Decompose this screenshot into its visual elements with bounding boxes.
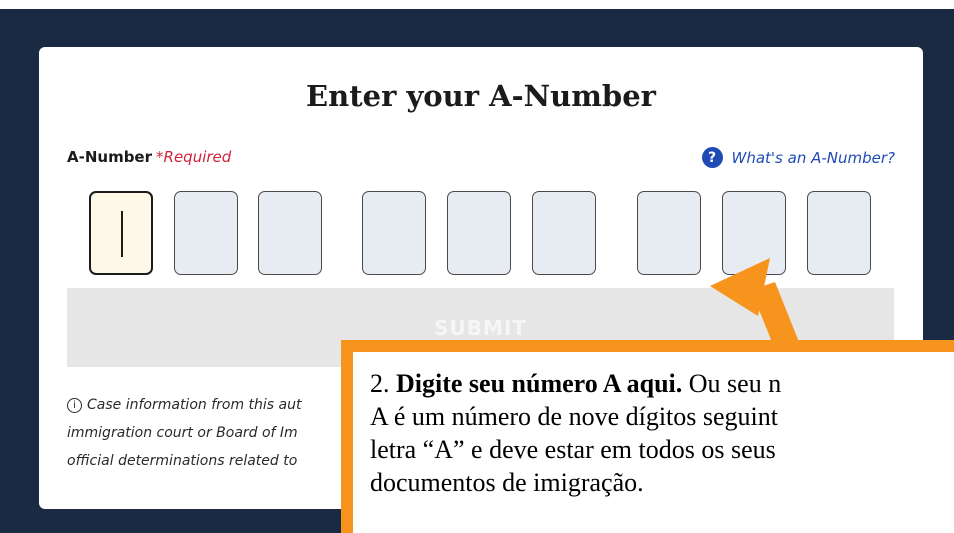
a-number-digit-9[interactable] bbox=[807, 191, 871, 275]
question-circle-icon: ? bbox=[701, 147, 723, 168]
a-number-digit-4[interactable] bbox=[362, 191, 426, 275]
whats-an-a-number-link[interactable]: ? What's an A-Number? bbox=[701, 147, 895, 168]
help-link-text: What's an A-Number? bbox=[731, 148, 895, 167]
instruction-line-2: A é um número de nove dígitos seguint bbox=[370, 402, 779, 431]
text-caret bbox=[121, 211, 123, 257]
a-number-digit-7[interactable] bbox=[637, 191, 701, 275]
a-number-digit-8[interactable] bbox=[722, 191, 786, 275]
a-number-digit-1[interactable] bbox=[89, 191, 153, 275]
disclaimer-line-1: Case information from this aut bbox=[87, 397, 302, 413]
info-circle-icon: i bbox=[67, 398, 82, 413]
disclaimer-line-2: immigration court or Board of Im bbox=[67, 425, 298, 441]
instruction-line-3: letra “A” e deve estar em todos os seus bbox=[370, 435, 776, 464]
a-number-digit-2[interactable] bbox=[174, 191, 238, 275]
form-title: Enter your A-Number bbox=[306, 79, 656, 113]
instruction-callout: 2. Digite seu número A aqui. Ou seu n A … bbox=[341, 340, 954, 533]
required-indicator: *Required bbox=[156, 148, 232, 166]
instruction-bold: Digite seu número A aqui. bbox=[396, 369, 683, 398]
a-number-label: A-Number *Required bbox=[67, 148, 231, 166]
a-number-digit-5[interactable] bbox=[447, 191, 511, 275]
disclaimer-line-3: official determinations related to bbox=[67, 453, 298, 469]
instruction-line-1-rest: Ou seu n bbox=[682, 369, 782, 398]
instruction-callout-body: 2. Digite seu número A aqui. Ou seu n A … bbox=[353, 352, 954, 533]
a-number-digit-3[interactable] bbox=[258, 191, 322, 275]
instruction-line-4: documentos de imigração. bbox=[370, 468, 644, 497]
instruction-text: 2. Digite seu número A aqui. Ou seu n A … bbox=[370, 367, 954, 499]
step-number: 2. bbox=[370, 369, 390, 398]
a-number-digit-6[interactable] bbox=[532, 191, 596, 275]
instruction-line-1: 2. Digite seu número A aqui. Ou seu n bbox=[370, 367, 954, 400]
a-number-label-text: A-Number bbox=[67, 148, 153, 166]
